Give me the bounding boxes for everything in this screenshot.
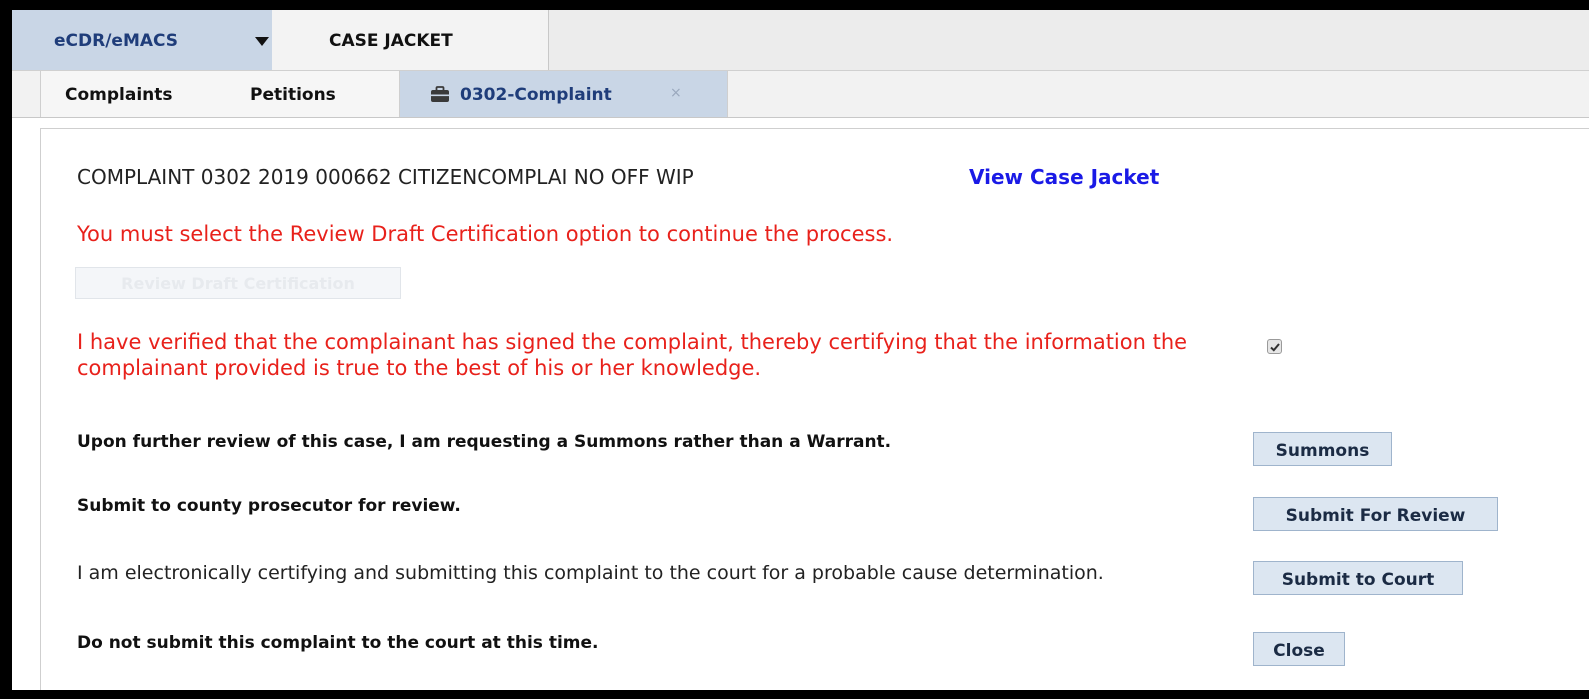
review-draft-certification-button[interactable]: Review Draft Certification [75,267,401,299]
briefcase-icon [431,86,449,102]
app-menu-label: eCDR/eMACS [54,31,179,51]
sub-navigation: Complaints Petitions 0302-Complaint × [12,71,1589,118]
caret-down-icon[interactable] [255,37,269,46]
checkmark-icon [1270,343,1280,352]
prosecutor-review-statement: Submit to county prosecutor for review. [77,496,461,516]
tab-case-jacket[interactable]: CASE JACKET [272,10,549,70]
tab-case-jacket-label: CASE JACKET [329,31,453,51]
tab-0302-complaint[interactable]: 0302-Complaint × [400,71,728,117]
verification-checkbox[interactable] [1267,339,1282,354]
submit-to-court-button[interactable]: Submit to Court [1253,561,1463,595]
close-statement: Do not submit this complaint to the cour… [77,633,599,653]
case-heading: COMPLAINT 0302 2019 000662 CITIZENCOMPLA… [77,165,694,189]
top-navigation: eCDR/eMACS CASE JACKET [12,10,1589,71]
close-icon[interactable]: × [670,85,682,101]
submit-for-review-button[interactable]: Submit For Review [1253,497,1498,531]
tab-0302-complaint-label: 0302-Complaint [460,85,612,105]
court-certification-statement: I am electronically certifying and submi… [77,562,1104,584]
tab-complaints-label: Complaints [65,85,173,105]
verification-statement: I have verified that the complainant has… [77,330,1188,380]
tab-complaints[interactable]: Complaints [40,71,232,117]
tab-petitions[interactable]: Petitions [231,71,400,117]
app-menu[interactable]: eCDR/eMACS [12,10,272,70]
summons-statement: Upon further review of this case, I am r… [77,432,892,452]
close-button[interactable]: Close [1253,632,1345,666]
complaint-panel: COMPLAINT 0302 2019 000662 CITIZENCOMPLA… [40,128,1589,690]
review-warning-message: You must select the Review Draft Certifi… [77,222,894,246]
summons-button[interactable]: Summons [1253,432,1392,466]
tab-petitions-label: Petitions [250,85,336,105]
view-case-jacket-link[interactable]: View Case Jacket [969,165,1159,189]
app-window: eCDR/eMACS CASE JACKET Complaints Petiti… [12,10,1589,690]
